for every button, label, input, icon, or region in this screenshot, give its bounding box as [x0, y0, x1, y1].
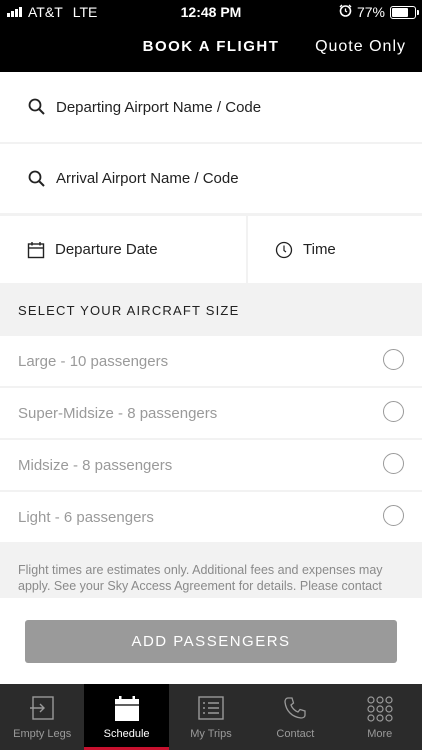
- radio-button[interactable]: [383, 505, 404, 526]
- alarm-icon: [339, 4, 352, 20]
- calendar-icon: [114, 696, 139, 721]
- departure-date-placeholder: Departure Date: [55, 241, 158, 258]
- radio-button[interactable]: [383, 453, 404, 474]
- calendar-icon: [27, 241, 45, 258]
- add-passengers-button[interactable]: ADD PASSENGERS: [25, 620, 397, 663]
- status-bar: AT&T LTE 12:48 PM 77%: [0, 4, 422, 22]
- aircraft-option-label: Light - 6 passengers: [18, 508, 154, 526]
- tab-more[interactable]: More: [338, 684, 422, 750]
- radio-button[interactable]: [383, 401, 404, 422]
- time-field[interactable]: Time: [248, 216, 422, 283]
- departing-airport-placeholder: Departing Airport Name / Code: [56, 98, 262, 116]
- search-icon: [28, 98, 45, 115]
- tab-label: Empty Legs: [13, 728, 72, 740]
- aircraft-size-heading: SELECT YOUR AIRCRAFT SIZE: [0, 285, 422, 335]
- departure-date-field[interactable]: Departure Date: [0, 216, 246, 283]
- tab-my-trips[interactable]: My Trips: [169, 684, 253, 750]
- aircraft-option-label: Large - 10 passengers: [18, 352, 169, 370]
- battery-percent: 77%: [356, 4, 385, 20]
- tab-label: My Trips: [190, 728, 232, 740]
- aircraft-option-midsize[interactable]: Midsize - 8 passengers: [0, 440, 422, 490]
- arrival-airport-placeholder: Arrival Airport Name / Code: [56, 170, 239, 187]
- time-placeholder: Time: [303, 241, 336, 258]
- aircraft-option-light[interactable]: Light - 6 passengers: [0, 492, 422, 542]
- tab-label: More: [367, 728, 393, 740]
- phone-icon: [284, 697, 307, 719]
- tab-schedule[interactable]: Schedule: [84, 684, 170, 750]
- disclaimer-text: Flight times are estimates only. Additio…: [0, 545, 422, 598]
- list-icon: [198, 696, 224, 720]
- aircraft-option-label: Super-Midsize - 8 passengers: [18, 404, 218, 422]
- radio-button[interactable]: [383, 349, 404, 370]
- top-bar: AT&T LTE 12:48 PM 77% BOOK A FLIGHT Quot…: [0, 0, 422, 72]
- aircraft-option-super-midsize[interactable]: Super-Midsize - 8 passengers: [0, 388, 422, 438]
- aircraft-option-large[interactable]: Large - 10 passengers: [0, 336, 422, 386]
- quote-only-button[interactable]: Quote Only: [315, 38, 406, 56]
- tab-label: Schedule: [103, 728, 150, 740]
- arrival-airport-field[interactable]: Arrival Airport Name / Code: [0, 144, 422, 213]
- tab-label: Contact: [276, 728, 315, 740]
- tab-empty-legs[interactable]: Empty Legs: [0, 684, 84, 750]
- search-icon: [28, 170, 45, 187]
- grid-dots-icon: [367, 696, 393, 722]
- battery-icon: [390, 5, 419, 19]
- action-area: ADD PASSENGERS: [0, 598, 422, 684]
- departing-airport-field[interactable]: Departing Airport Name / Code: [0, 72, 422, 142]
- aircraft-option-label: Midsize - 8 passengers: [18, 456, 173, 474]
- clock-icon: [275, 241, 293, 258]
- empty-legs-icon: [30, 696, 54, 720]
- tab-bar: Empty Legs Schedule My Trips Contact Mor…: [0, 684, 422, 750]
- tab-contact[interactable]: Contact: [253, 684, 337, 750]
